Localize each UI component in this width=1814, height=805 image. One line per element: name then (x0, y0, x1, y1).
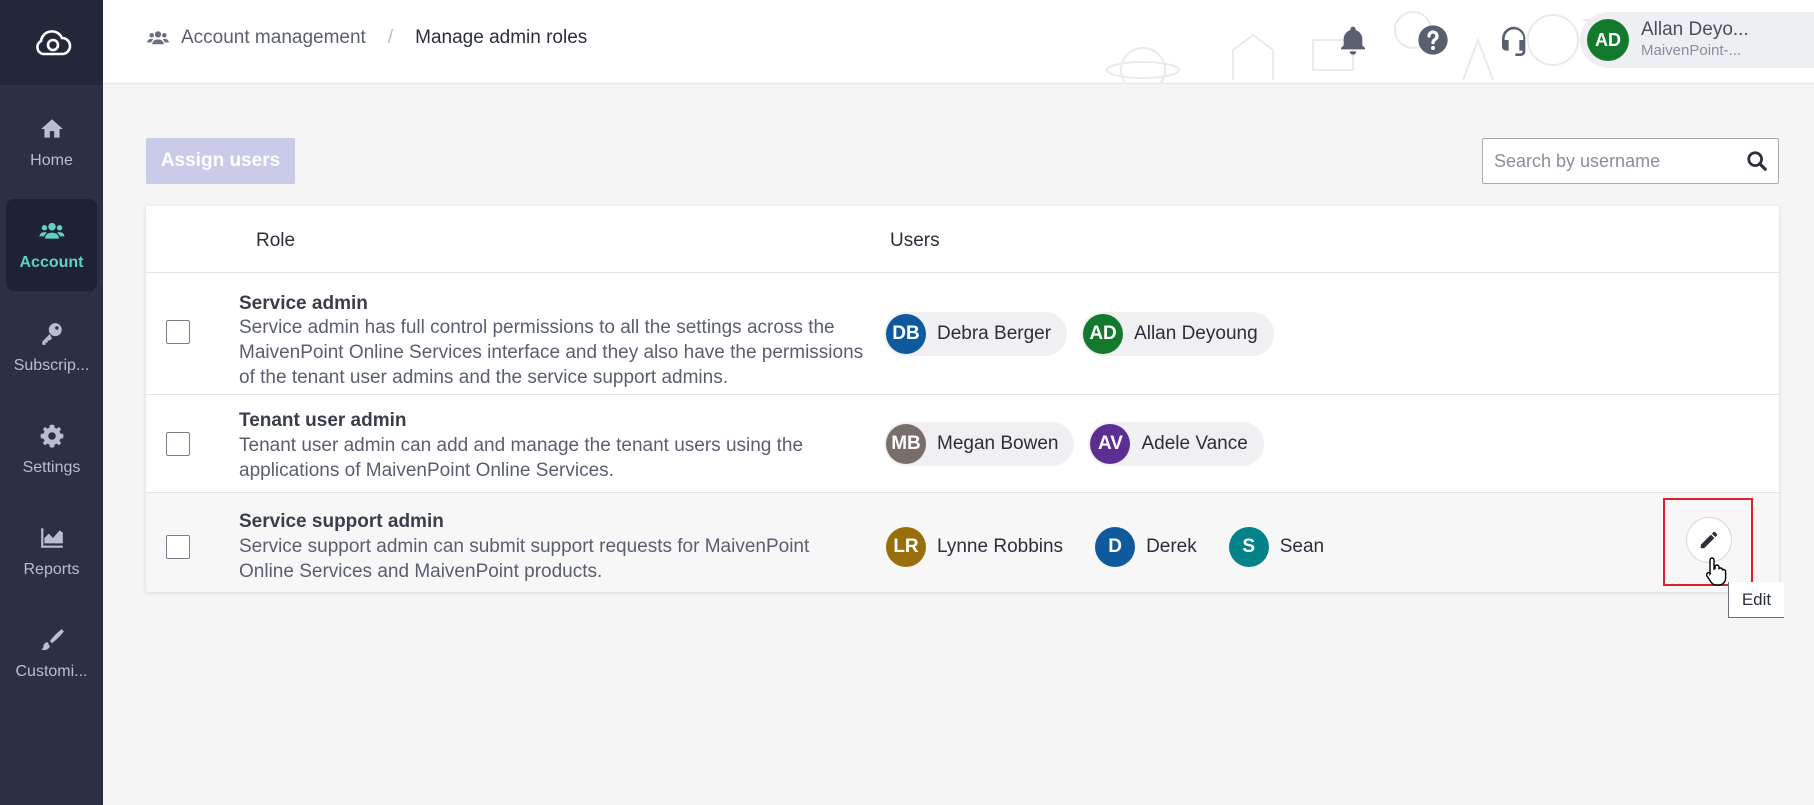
sidebar-item-reports[interactable]: Reports (6, 506, 97, 598)
user-chip-name: Adele Vance (1141, 433, 1248, 454)
user-chip[interactable]: AD Allan Deyoung (1081, 312, 1274, 356)
user-chip-name: Debra Berger (937, 323, 1052, 344)
headset-icon (1502, 26, 1526, 56)
user-chip[interactable]: D Derek (1093, 525, 1213, 569)
bell-icon (1341, 26, 1365, 55)
sidebar-item-settings[interactable]: Settings (6, 404, 97, 496)
user-chip-name: Allan Deyoung (1134, 323, 1258, 344)
avatar: S (1228, 527, 1269, 567)
role-users: DB Debra Berger AD Allan Deyoung (884, 312, 1288, 356)
user-name: Allan Deyo... (1641, 19, 1749, 40)
help-button[interactable] (1413, 20, 1453, 60)
user-chip-name: Megan Bowen (937, 433, 1059, 454)
sidebar-item-label: Account (19, 254, 84, 271)
key-icon (41, 323, 62, 345)
search-box (1482, 138, 1779, 184)
help-icon (1418, 25, 1448, 55)
sidebar-item-account[interactable]: Account (6, 199, 97, 291)
cloud-logo-icon (35, 29, 71, 55)
user-chip[interactable]: S Sean (1227, 525, 1340, 569)
table-row[interactable]: Tenant user admin Tenant user admin can … (146, 395, 1779, 493)
sidebar: Home Account Subscrip... Settings Report… (0, 0, 103, 805)
chart-icon (40, 528, 63, 548)
breadcrumb-account-management[interactable]: Account management (181, 27, 366, 49)
hand-cursor-icon (1705, 557, 1727, 586)
roles-table: Role Users Service admin Service admin h… (146, 206, 1779, 592)
sidebar-item-label: Reports (23, 561, 80, 578)
sidebar-item-label: Home (30, 152, 73, 169)
table-header: Role Users (146, 206, 1779, 273)
gear-icon (40, 424, 63, 448)
role-users: LR Lynne Robbins D Derek S Sean (884, 525, 1354, 569)
row-checkbox[interactable] (166, 432, 190, 456)
people-icon (39, 222, 64, 239)
edit-tooltip: Edit (1728, 582, 1784, 618)
avatar: D (1095, 527, 1136, 567)
app-logo[interactable] (0, 0, 103, 85)
role-description: Service support admin can submit support… (239, 536, 810, 582)
user-chip[interactable]: AV Adele Vance (1088, 422, 1264, 466)
notifications-button[interactable] (1333, 20, 1373, 60)
user-chip[interactable]: DB Debra Berger (884, 312, 1068, 356)
support-button[interactable] (1494, 20, 1534, 60)
column-header-role: Role (256, 230, 296, 251)
breadcrumb-separator: / (387, 27, 394, 48)
top-bar: Account management / Manage admin roles … (103, 0, 1814, 84)
brush-icon (40, 629, 64, 651)
sidebar-item-home[interactable]: Home (6, 97, 97, 189)
user-org: MaivenPoint-... (1641, 42, 1742, 59)
avatar: AV (1090, 424, 1131, 464)
role-description: Tenant user admin can add and manage the… (239, 435, 804, 481)
assign-users-button[interactable]: Assign users (146, 138, 295, 184)
user-chip[interactable]: MB Megan Bowen (884, 422, 1075, 466)
row-checkbox[interactable] (166, 320, 190, 344)
sidebar-item-subscriptions[interactable]: Subscrip... (6, 302, 97, 394)
role-title: Service support admin (239, 511, 444, 532)
sidebar-item-label: Customi... (15, 663, 88, 680)
role-title: Tenant user admin (239, 410, 407, 431)
sidebar-item-customization[interactable]: Customi... (6, 608, 97, 700)
sidebar-item-label: Subscrip... (13, 357, 90, 374)
search-icon[interactable] (1746, 150, 1768, 172)
row-checkbox[interactable] (166, 535, 190, 559)
user-chip-name: Lynne Robbins (937, 536, 1064, 557)
search-input[interactable] (1494, 139, 1734, 183)
column-header-users: Users (890, 230, 940, 251)
avatar: DB (886, 314, 926, 354)
home-icon (40, 119, 63, 138)
user-menu[interactable]: AD Allan Deyo... MaivenPoint-... (1580, 12, 1814, 68)
role-users: MB Megan Bowen AV Adele Vance (884, 422, 1278, 466)
table-row[interactable]: Service support admin Service support ad… (146, 493, 1779, 592)
avatar: AD (1083, 314, 1124, 354)
user-chip-name: Sean (1279, 536, 1325, 557)
user-chip-name: Derek (1146, 536, 1197, 557)
avatar: LR (886, 527, 926, 567)
role-description: Service admin has full control permissio… (239, 317, 864, 388)
breadcrumb: Account management / Manage admin roles (147, 27, 587, 49)
user-chip[interactable]: LR Lynne Robbins (884, 525, 1079, 569)
avatar: MB (886, 424, 926, 464)
people-icon (147, 31, 169, 45)
page-title: Manage admin roles (415, 27, 588, 48)
table-row[interactable]: Service admin Service admin has full con… (146, 273, 1779, 395)
avatar: AD (1587, 19, 1629, 61)
sidebar-item-label: Settings (22, 459, 81, 476)
role-title: Service admin (239, 293, 368, 314)
